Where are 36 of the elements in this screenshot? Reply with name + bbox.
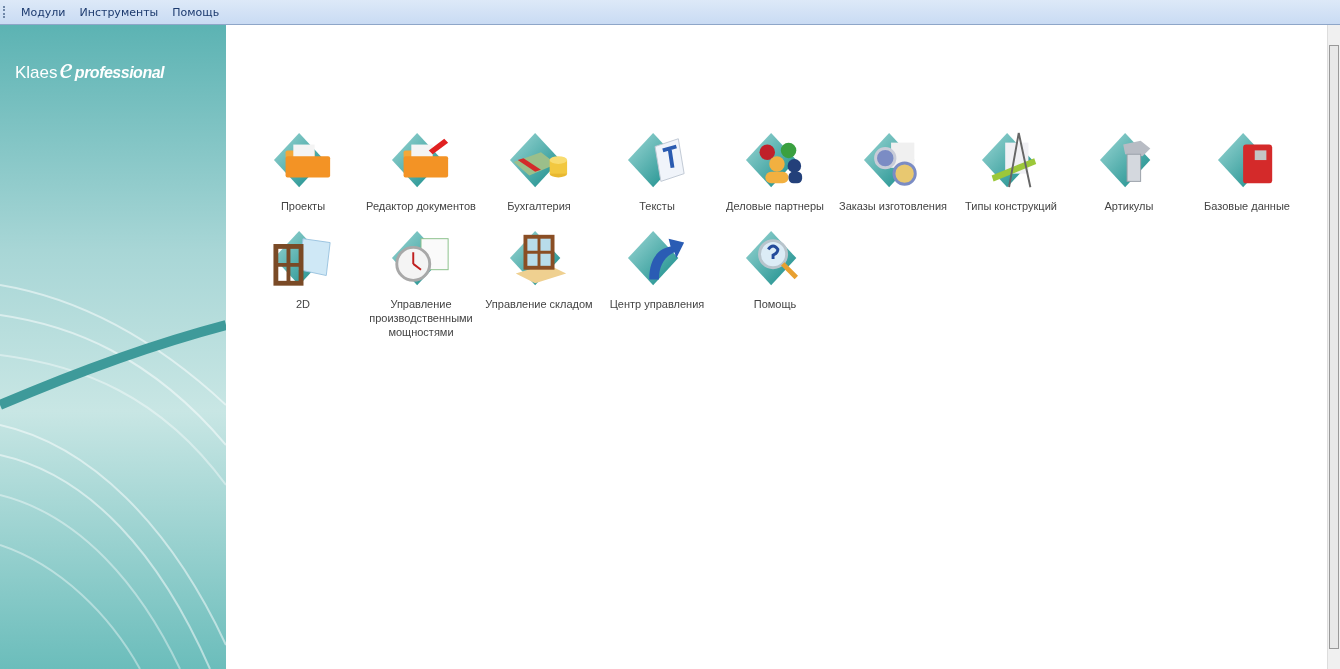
module-launcher[interactable]: Редактор документов <box>362 131 480 213</box>
module-label: Редактор документов <box>366 199 476 213</box>
module-label: Деловые партнеры <box>726 199 824 213</box>
module-launcher[interactable]: Артикулы <box>1070 131 1188 213</box>
module-label: Проекты <box>280 199 326 213</box>
module-launcher[interactable]: Базовые данные <box>1188 131 1306 213</box>
module-label: Заказы изготовления <box>839 199 947 213</box>
logo-text: Klaes <box>15 63 58 83</box>
module-label: Типы конструкций <box>965 199 1057 213</box>
module-launcher[interactable]: 2D <box>244 229 362 339</box>
module-label: Артикулы <box>1104 199 1154 213</box>
module-label: Управление производственными мощностями <box>368 297 474 339</box>
grip-icon <box>3 6 7 18</box>
module-launcher[interactable]: Управление производственными мощностями <box>362 229 480 339</box>
logo-text: professional <box>74 64 164 82</box>
module-label: Базовые данные <box>1204 199 1290 213</box>
module-launcher[interactable]: Заказы изготовления <box>834 131 952 213</box>
menu-item[interactable]: Инструменты <box>79 5 159 19</box>
module-label: Центр управления <box>609 297 705 311</box>
module-launcher[interactable]: Центр управления <box>598 229 716 339</box>
module-label: Помощь <box>753 297 797 311</box>
module-launcher[interactable]: Помощь <box>716 229 834 339</box>
module-launcher[interactable]: Бухгалтерия <box>480 131 598 213</box>
module-launcher[interactable]: Деловые партнеры <box>716 131 834 213</box>
module-label: Тексты <box>639 199 675 213</box>
module-label: 2D <box>295 297 311 311</box>
module-launcher[interactable]: Управление складом <box>480 229 598 339</box>
module-label: Бухгалтерия <box>507 199 571 213</box>
menu-item[interactable]: Помощь <box>172 5 220 19</box>
module-launcher[interactable]: Тексты <box>598 131 716 213</box>
menu-item[interactable]: Модули <box>21 5 66 19</box>
module-launcher[interactable]: Типы конструкций <box>952 131 1070 213</box>
module-launcher[interactable]: Проекты <box>244 131 362 213</box>
scrollbar[interactable] <box>1327 25 1340 669</box>
logo-mark: e <box>59 55 73 81</box>
module-label: Управление складом <box>485 297 593 311</box>
